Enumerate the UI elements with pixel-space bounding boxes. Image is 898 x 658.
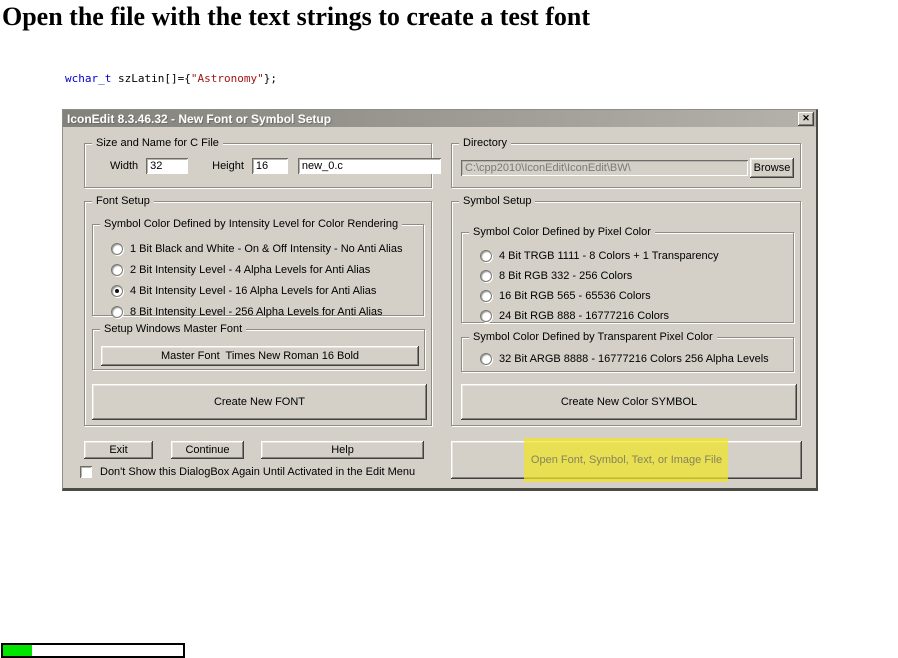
radio-option-label: 4 Bit TRGB 1111 - 8 Colors + 1 Transpare…	[499, 250, 719, 262]
radio-icon[interactable]	[480, 250, 492, 262]
code-string: "Astronomy"	[191, 72, 264, 85]
radio-option-label: 32 Bit ARGB 8888 - 16777216 Colors 256 A…	[499, 353, 769, 365]
radio-option[interactable]: 8 Bit RGB 332 - 256 Colors	[462, 266, 793, 286]
master-font-group: Setup Windows Master Font Master Font Ti…	[92, 329, 425, 370]
dialog-window: IconEdit 8.3.46.32 - New Font or Symbol …	[62, 109, 818, 491]
pixel-color-group-label: Symbol Color Defined by Pixel Color	[469, 226, 655, 238]
master-font-button[interactable]: Master Font Times New Roman 16 Bold	[101, 346, 419, 366]
height-input[interactable]	[252, 158, 288, 174]
transparent-color-group: Symbol Color Defined by Transparent Pixe…	[461, 337, 794, 372]
radio-icon[interactable]	[480, 353, 492, 365]
pixel-color-group: Symbol Color Defined by Pixel Color 4 Bi…	[461, 232, 794, 323]
dialog-title: IconEdit 8.3.46.32 - New Font or Symbol …	[67, 112, 331, 126]
symbol-setup-group: Symbol Setup Symbol Color Defined by Pix…	[451, 201, 801, 426]
radio-icon[interactable]	[480, 310, 492, 322]
dontshow-row: Don't Show this DialogBox Again Until Ac…	[80, 466, 415, 478]
radio-option[interactable]: 4 Bit Intensity Level - 16 Alpha Levels …	[93, 280, 423, 301]
filename-input[interactable]	[298, 158, 441, 174]
directory-path-field	[461, 160, 748, 176]
radio-option[interactable]: 4 Bit TRGB 1111 - 8 Colors + 1 Transpare…	[462, 246, 793, 266]
intensity-group: Symbol Color Defined by Intensity Level …	[92, 224, 424, 316]
page-title: Open the file with the text strings to c…	[2, 2, 590, 32]
dialog-titlebar[interactable]: IconEdit 8.3.46.32 - New Font or Symbol …	[63, 110, 816, 127]
radio-option[interactable]: 32 Bit ARGB 8888 - 16777216 Colors 256 A…	[462, 350, 793, 368]
transparent-color-group-label: Symbol Color Defined by Transparent Pixe…	[469, 331, 717, 343]
radio-icon[interactable]	[111, 285, 123, 297]
radio-option[interactable]: 16 Bit RGB 565 - 65536 Colors	[462, 286, 793, 306]
width-label: Width	[110, 160, 138, 172]
radio-icon[interactable]	[480, 270, 492, 282]
radio-option[interactable]: 1 Bit Black and White - On & Off Intensi…	[93, 238, 423, 259]
close-icon: ✕	[802, 113, 810, 124]
open-file-button[interactable]: Open Font, Symbol, Text, or Image File	[451, 441, 802, 479]
progress-fill	[3, 645, 32, 656]
exit-button[interactable]: Exit	[84, 441, 153, 459]
radio-option-label: 24 Bit RGB 888 - 16777216 Colors	[499, 310, 669, 322]
open-file-button-wrapper: Open Font, Symbol, Text, or Image File	[451, 441, 802, 479]
font-setup-group: Font Setup Symbol Color Defined by Inten…	[84, 201, 432, 426]
intensity-group-label: Symbol Color Defined by Intensity Level …	[100, 218, 402, 230]
size-name-group-label: Size and Name for C File	[92, 137, 223, 149]
dontshow-checkbox[interactable]	[80, 466, 92, 478]
width-input[interactable]	[146, 158, 188, 174]
radio-option[interactable]: 2 Bit Intensity Level - 4 Alpha Levels f…	[93, 259, 423, 280]
master-font-group-label: Setup Windows Master Font	[100, 323, 246, 335]
code-text: };	[264, 72, 277, 85]
continue-button[interactable]: Continue	[171, 441, 244, 459]
radio-option[interactable]: 24 Bit RGB 888 - 16777216 Colors	[462, 306, 793, 326]
code-line: wchar_t szLatin[]={"Astronomy"};	[65, 71, 290, 86]
code-text: szLatin[]={	[111, 72, 190, 85]
symbol-setup-group-label: Symbol Setup	[459, 195, 535, 207]
directory-group: Directory Browse	[451, 143, 801, 188]
radio-option-label: 8 Bit Intensity Level - 256 Alpha Levels…	[130, 306, 383, 318]
radio-option-label: 1 Bit Black and White - On & Off Intensi…	[130, 243, 402, 255]
radio-option-label: 2 Bit Intensity Level - 4 Alpha Levels f…	[130, 264, 370, 276]
radio-option-label: 4 Bit Intensity Level - 16 Alpha Levels …	[130, 285, 376, 297]
dontshow-label: Don't Show this DialogBox Again Until Ac…	[100, 466, 415, 478]
radio-icon[interactable]	[480, 290, 492, 302]
close-button[interactable]: ✕	[798, 112, 814, 126]
code-keyword: wchar_t	[65, 72, 111, 85]
radio-icon[interactable]	[111, 243, 123, 255]
open-file-button-label: Open Font, Symbol, Text, or Image File	[531, 454, 722, 466]
radio-icon[interactable]	[111, 264, 123, 276]
progress-bar	[1, 643, 185, 658]
help-button[interactable]: Help	[261, 441, 424, 459]
browse-button[interactable]: Browse	[750, 158, 794, 178]
directory-group-label: Directory	[459, 137, 511, 149]
create-new-font-button[interactable]: Create New FONT	[92, 384, 427, 420]
radio-icon[interactable]	[111, 306, 123, 318]
font-setup-group-label: Font Setup	[92, 195, 154, 207]
size-name-group: Size and Name for C File Width Height	[84, 143, 432, 188]
height-label: Height	[212, 160, 244, 172]
radio-option-label: 16 Bit RGB 565 - 65536 Colors	[499, 290, 651, 302]
radio-option-label: 8 Bit RGB 332 - 256 Colors	[499, 270, 632, 282]
create-new-color-symbol-button[interactable]: Create New Color SYMBOL	[461, 384, 797, 420]
radio-option[interactable]: 8 Bit Intensity Level - 256 Alpha Levels…	[93, 301, 423, 322]
